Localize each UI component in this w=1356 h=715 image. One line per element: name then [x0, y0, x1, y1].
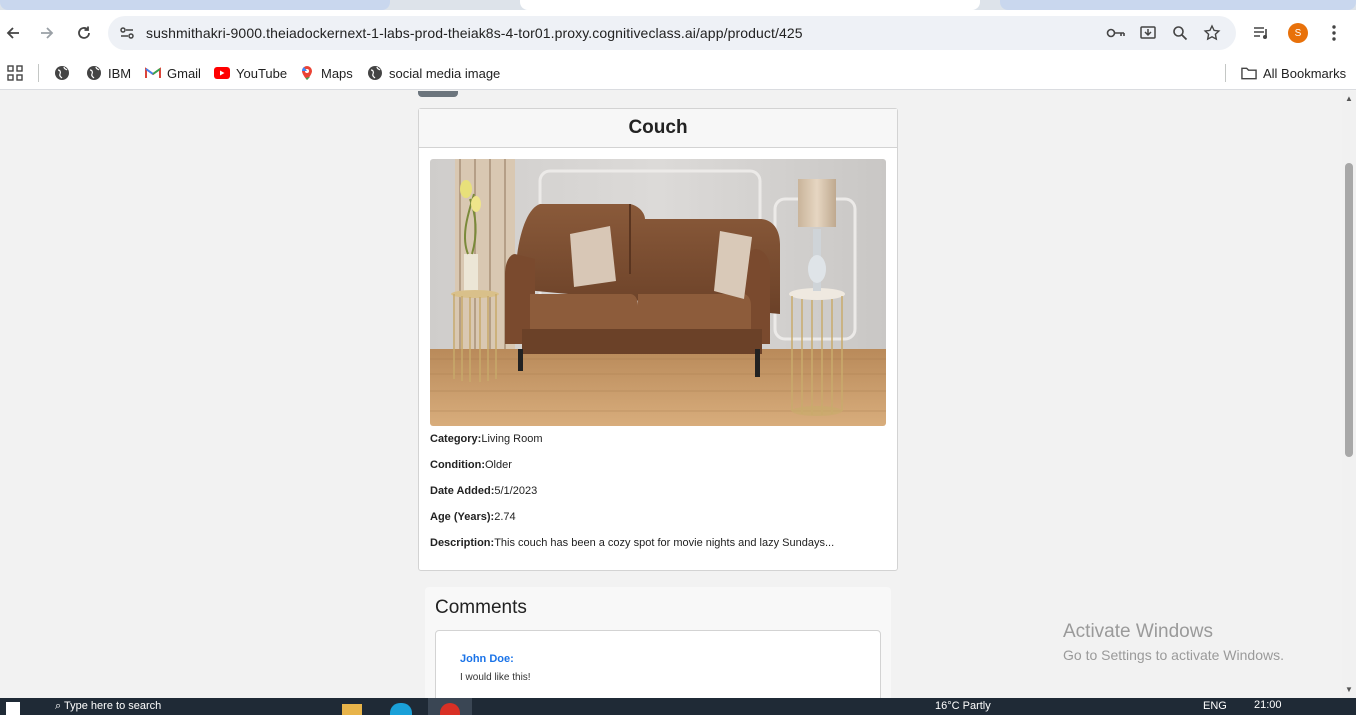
detail-category: Category:Living Room	[430, 433, 886, 446]
arrow-left-icon	[6, 27, 19, 39]
file-explorer-icon[interactable]	[342, 704, 362, 715]
watermark-title: Activate Windows	[1063, 621, 1213, 642]
taskbar-search-placeholder: Type here to search	[64, 700, 162, 712]
detail-condition: Condition:Older	[430, 459, 886, 472]
bookmark-item-social-media-image[interactable]: social media image	[367, 62, 500, 84]
bookmark-label: IBM	[108, 65, 132, 81]
chrome-icon	[440, 703, 460, 715]
page-scrollbar[interactable]: ▲ ▼	[1342, 91, 1356, 698]
detail-label: Condition:	[430, 459, 485, 471]
folder-icon	[1241, 65, 1257, 81]
product-card: Couch Category:Living Room Condition:Old…	[418, 108, 898, 571]
browser-toolbar: sushmithakri-9000.theiadockernext-1-labs…	[0, 10, 1356, 56]
reload-button[interactable]	[71, 20, 97, 46]
gmail-icon	[145, 65, 161, 81]
comment-author: John Doe:	[460, 653, 514, 665]
bookmarks-bar: IBM Gmail YouTube Maps social media imag…	[0, 56, 1356, 90]
bookmark-item-gmail[interactable]: Gmail	[145, 62, 201, 84]
maps-icon	[299, 65, 315, 81]
page-viewport: Couch Category:Living Room Condition:Old…	[0, 91, 1342, 698]
product-card-body: Category:Living Room Condition:Older Dat…	[419, 148, 897, 550]
globe-icon	[54, 65, 70, 81]
arrow-right-icon	[41, 27, 54, 39]
bookmark-item-youtube[interactable]: YouTube	[214, 62, 287, 84]
windows-taskbar: ⌕ Type here to search 16°C Partly ENG 21…	[0, 698, 1356, 715]
all-bookmarks-label: All Bookmarks	[1263, 65, 1347, 81]
watermark-subtitle: Go to Settings to activate Windows.	[1063, 647, 1284, 663]
detail-description: Description:This couch has been a cozy s…	[430, 537, 886, 550]
taskbar-search[interactable]: ⌕ Type here to search	[55, 700, 161, 715]
comment-text: I would like this!	[460, 672, 531, 683]
youtube-icon	[214, 65, 230, 81]
scroll-up-arrow-icon[interactable]: ▲	[1345, 94, 1353, 103]
weather-widget[interactable]: 16°C Partly	[935, 700, 991, 715]
zoom-icon[interactable]	[1170, 23, 1190, 43]
bookmark-item-globe[interactable]	[54, 62, 76, 84]
tab-inactive-right[interactable]	[1000, 0, 1356, 10]
bookmarks-separator	[1225, 64, 1226, 82]
product-title: Couch	[628, 117, 688, 138]
edge-icon[interactable]	[390, 703, 412, 715]
media-control-icon[interactable]	[1250, 22, 1272, 44]
detail-value: 5/1/2023	[494, 485, 538, 497]
clock-time[interactable]: 21:00	[1254, 699, 1282, 714]
detail-value: Older	[484, 459, 512, 471]
detail-age: Age (Years):2.74	[430, 511, 886, 524]
apps-button[interactable]	[7, 62, 29, 84]
bookmark-label: Maps	[321, 65, 353, 81]
detail-date-added: Date Added:5/1/2023	[430, 485, 886, 498]
bookmark-item-ibm[interactable]: IBM	[86, 62, 131, 84]
bookmark-label: Gmail	[167, 65, 201, 81]
product-card-header: Couch	[419, 109, 897, 148]
tab-inactive-left[interactable]	[0, 0, 390, 10]
bookmark-star-icon[interactable]	[1202, 23, 1222, 43]
bookmarks-separator	[38, 64, 39, 82]
tab-strip	[0, 0, 1356, 10]
comments-heading: Comments	[435, 597, 527, 618]
more-menu-icon[interactable]	[1323, 22, 1345, 44]
tab-active[interactable]	[520, 0, 980, 10]
url-text[interactable]: sushmithakri-9000.theiadockernext-1-labs…	[146, 25, 803, 41]
globe-icon	[86, 65, 102, 81]
windows-activation-watermark: Activate Windows Go to Settings to activ…	[1063, 621, 1284, 663]
bookmark-label: YouTube	[236, 65, 288, 81]
windows-start-icon[interactable]	[6, 702, 20, 715]
reload-icon	[78, 26, 90, 39]
password-key-icon[interactable]	[1106, 23, 1126, 43]
chrome-taskbar-button[interactable]	[428, 698, 472, 715]
detail-value: 2.74	[494, 511, 516, 523]
scroll-down-arrow-icon[interactable]: ▼	[1345, 685, 1353, 694]
comments-section: Comments John Doe: I would like this!	[425, 587, 891, 698]
detail-label: Category:	[430, 433, 482, 445]
weather-text: 16°C Partly	[935, 700, 991, 712]
scrollbar-thumb[interactable]	[1345, 163, 1353, 457]
globe-icon	[367, 65, 383, 81]
comment-card: John Doe: I would like this!	[435, 630, 881, 698]
detail-label: Date Added:	[430, 485, 495, 497]
install-app-icon[interactable]	[1138, 23, 1158, 43]
forward-button[interactable]	[34, 20, 60, 46]
apps-grid-icon	[7, 65, 23, 81]
detail-label: Age (Years):	[430, 511, 495, 523]
back-button[interactable]	[0, 20, 26, 46]
back-link-button[interactable]	[418, 91, 458, 97]
detail-value: Living Room	[481, 433, 543, 445]
detail-label: Description:	[430, 537, 495, 549]
address-bar[interactable]: sushmithakri-9000.theiadockernext-1-labs…	[108, 16, 1236, 50]
search-icon: ⌕	[55, 700, 65, 712]
product-image	[430, 159, 886, 426]
detail-value: This couch has been a cozy spot for movi…	[494, 537, 835, 549]
language-indicator[interactable]: ENG	[1203, 700, 1227, 715]
bookmark-item-maps[interactable]: Maps	[299, 62, 353, 84]
bookmark-label: social media image	[389, 65, 501, 81]
all-bookmarks-button[interactable]: All Bookmarks	[1241, 62, 1346, 84]
profile-avatar[interactable]: S	[1288, 23, 1308, 43]
site-info-icon[interactable]	[118, 24, 136, 42]
